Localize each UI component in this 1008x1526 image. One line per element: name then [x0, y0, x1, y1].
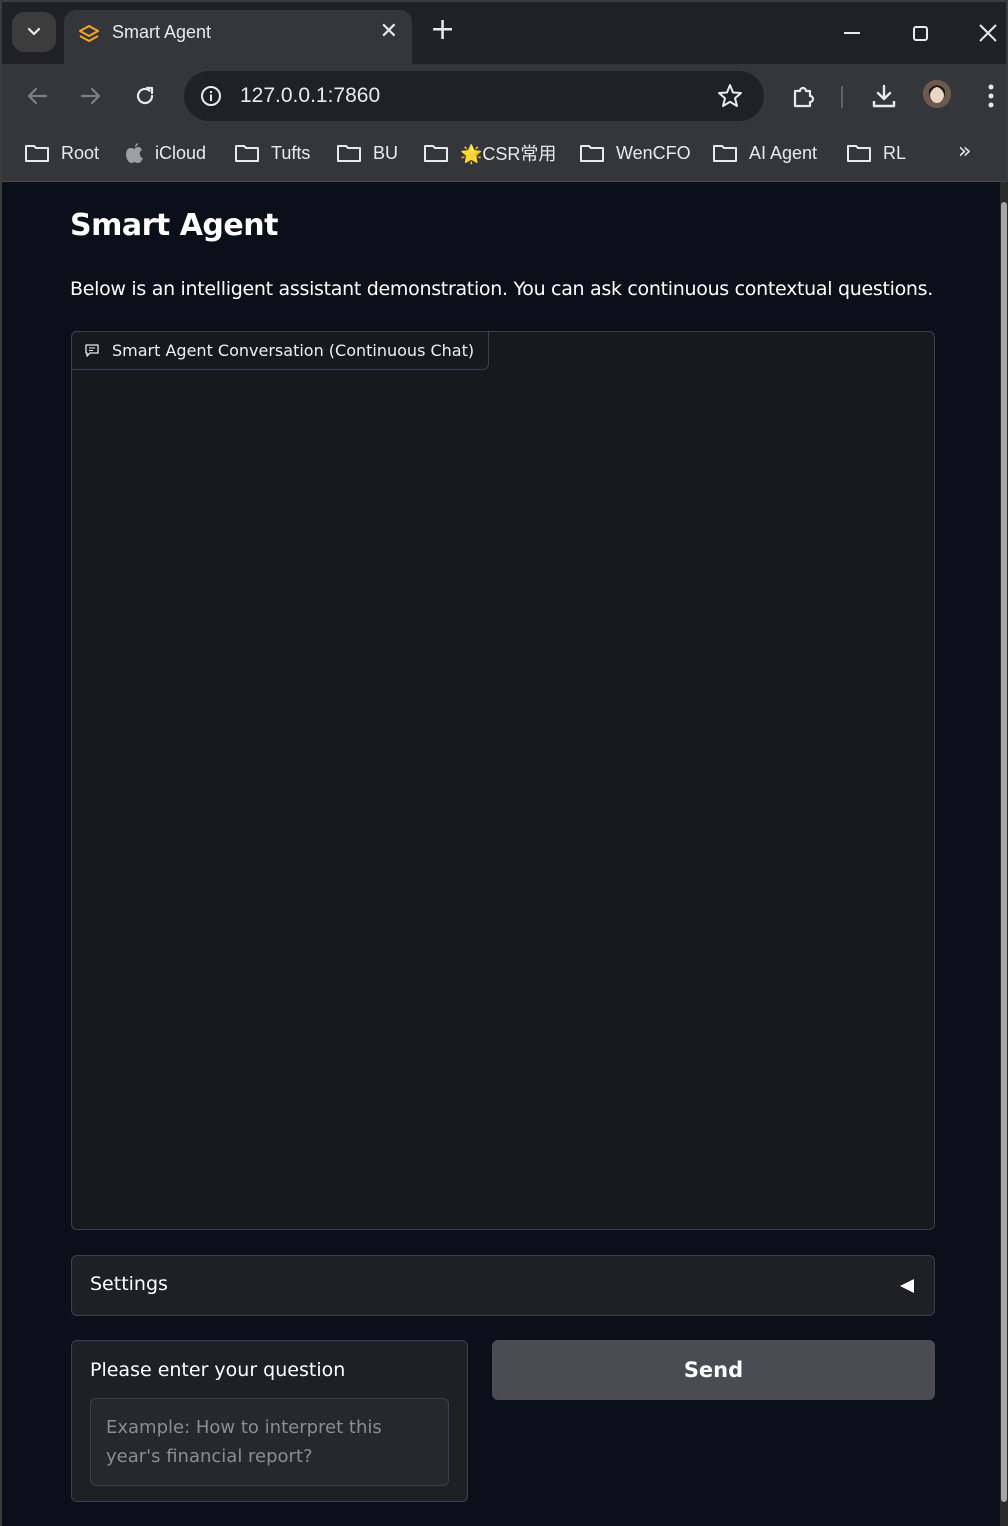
page-description: Below is an intelligent assistant demons… [70, 278, 933, 300]
tab-title: Smart Agent [112, 22, 212, 42]
chatbot-panel[interactable]: Smart Agent Conversation (Continuous Cha… [71, 331, 935, 1230]
bookmark-tufts[interactable]: Tufts [234, 140, 310, 166]
forward-button[interactable] [71, 76, 111, 116]
app-page: Smart Agent Below is an intelligent assi… [0, 182, 1008, 1526]
tab-bar: Smart Agent ✕ + [2, 2, 1006, 64]
bookmark-rl[interactable]: RL [846, 140, 906, 166]
info-icon [201, 86, 221, 106]
chevron-down-icon [27, 27, 41, 36]
extensions-button[interactable] [788, 80, 820, 112]
bookmark-icloud[interactable]: iCloud [125, 140, 206, 166]
bookmark-label: RL [883, 142, 907, 163]
reload-button[interactable] [125, 76, 165, 116]
bookmark-label: Tufts [271, 142, 311, 163]
bookmark-label: BU [373, 142, 399, 163]
page-title: Smart Agent [70, 208, 278, 243]
toolbar-divider [841, 86, 843, 108]
downloads-button[interactable] [868, 80, 900, 112]
question-label: Please enter your question [90, 1359, 346, 1381]
bookmark-csr[interactable]: 🌟CSR常用 [423, 140, 556, 166]
bookmark-label: WenCFO [616, 142, 691, 163]
tab-search-button[interactable] [12, 12, 56, 52]
folder-icon [424, 145, 448, 162]
bookmark-star-icon[interactable] [716, 82, 744, 110]
bookmarks-overflow-button[interactable]: » [958, 140, 982, 166]
bookmark-root[interactable]: Root [24, 140, 99, 166]
gradio-favicon-icon [79, 25, 99, 42]
bookmark-label: Root [61, 142, 100, 163]
address-bar[interactable]: 127.0.0.1:7860 [184, 71, 764, 121]
browser-menu-button[interactable] [975, 80, 1007, 112]
site-info-button[interactable] [196, 81, 226, 111]
browser-toolbar: 127.0.0.1:7860 [2, 64, 1006, 126]
question-panel: Please enter your question [71, 1340, 468, 1502]
close-icon [979, 24, 997, 42]
minimize-icon [844, 32, 860, 34]
bookmarks-bar: Root iCloud Tufts BU 🌟CSR常用 WenCFO AI Ag… [2, 126, 1006, 182]
settings-accordion[interactable]: Settings [71, 1255, 935, 1316]
bookmark-bu[interactable]: BU [336, 140, 398, 166]
tab-smart-agent[interactable]: Smart Agent ✕ [64, 10, 412, 64]
download-icon [872, 84, 896, 108]
folder-icon [713, 145, 737, 162]
folder-icon [580, 145, 604, 162]
reload-icon [136, 86, 154, 105]
arrow-left-icon [27, 87, 48, 105]
maximize-button[interactable] [900, 14, 940, 52]
bookmark-ai-agent[interactable]: AI Agent [712, 140, 817, 166]
chatbot-label: Smart Agent Conversation (Continuous Cha… [71, 331, 490, 370]
triangle-left-icon[interactable] [898, 1277, 916, 1295]
folder-icon [337, 145, 361, 162]
bookmark-wencfo[interactable]: WenCFO [579, 140, 691, 166]
close-window-button[interactable] [968, 14, 1008, 52]
profile-avatar-icon [923, 80, 951, 108]
bookmark-label: AI Agent [749, 142, 818, 163]
chat-bubble-icon [85, 344, 99, 357]
arrow-right-icon [80, 87, 101, 105]
question-input[interactable] [90, 1398, 449, 1486]
chatbot-label-text: Smart Agent Conversation (Continuous Cha… [112, 341, 475, 360]
folder-icon [847, 145, 871, 162]
minimize-button[interactable] [832, 14, 872, 52]
profile-avatar[interactable] [923, 80, 951, 108]
puzzle-icon [793, 86, 815, 108]
send-button[interactable]: Send [492, 1340, 935, 1400]
apple-icon [126, 143, 143, 163]
folder-icon [235, 145, 259, 162]
back-button[interactable] [17, 76, 57, 116]
settings-label: Settings [90, 1273, 168, 1295]
folder-icon [25, 145, 49, 162]
scrollbar-thumb[interactable] [1001, 202, 1007, 1502]
maximize-icon [912, 25, 928, 41]
browser-chrome: Smart Agent ✕ + 127.0.0.1:7860 Root iClo… [0, 0, 1008, 182]
page-scrollbar[interactable] [1000, 182, 1008, 1526]
new-tab-button[interactable]: + [430, 15, 455, 48]
more-vert-icon [988, 84, 994, 108]
bookmark-label: 🌟CSR常用 [460, 144, 557, 164]
url-text[interactable]: 127.0.0.1:7860 [240, 84, 380, 108]
tab-close-button[interactable]: ✕ [380, 19, 398, 45]
bookmark-label: iCloud [155, 142, 207, 163]
